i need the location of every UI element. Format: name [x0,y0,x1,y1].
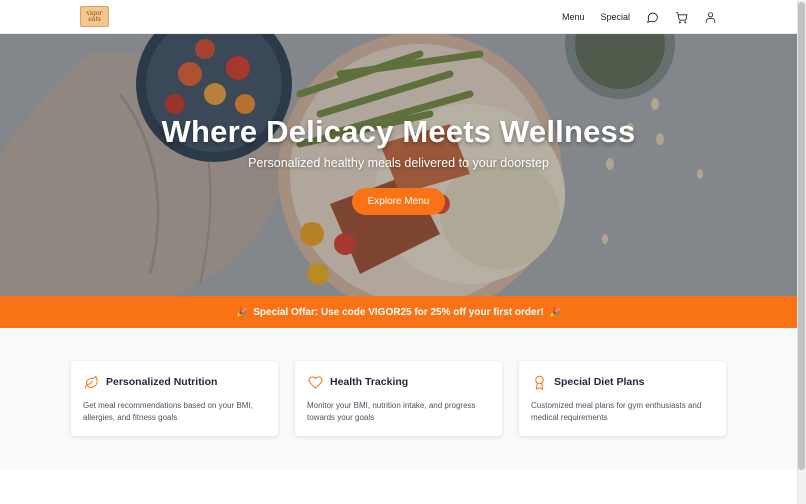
hero-section: Where Delicacy Meets Wellness Personaliz… [0,34,797,296]
scrollbar-thumb[interactable] [798,2,805,470]
heart-icon [307,374,323,390]
feature-card-diet-plans: Special Diet Plans Customized meal plans… [519,361,726,436]
explore-menu-button[interactable]: Explore Menu [352,188,445,215]
feature-title: Special Diet Plans [554,376,645,388]
feature-title: Personalized Nutrition [106,376,218,388]
logo-line-2: eats [88,15,101,23]
feature-description: Monitor your BMI, nutrition intake, and … [307,401,476,422]
cart-icon[interactable] [675,11,688,24]
leaf-icon [83,374,99,390]
hero-subtitle: Personalized healthy meals delivered to … [248,156,549,170]
nav-link-menu[interactable]: Menu [562,12,585,22]
party-popper-icon: 🎉 [549,306,562,317]
user-icon[interactable] [704,11,717,24]
party-popper-icon: 🎉 [235,306,248,317]
feature-title: Health Tracking [330,376,409,388]
hero-title: Where Delicacy Meets Wellness [161,114,636,149]
chat-icon[interactable] [646,11,659,24]
feature-description: Get meal recommendations based on your B… [83,401,253,422]
features-section: Personalized Nutrition Get meal recommen… [0,328,797,470]
feature-card-tracking: Health Tracking Monitor your BMI, nutrit… [295,361,502,436]
brand-logo[interactable]: vigor eats [80,6,109,27]
award-icon [531,374,547,390]
page-bottom [0,470,797,504]
offer-text: Special Offar: Use code VIGOR25 for 25% … [253,306,544,318]
nav-links: Menu Special [546,0,717,34]
top-navbar: vigor eats Menu Special [0,0,797,34]
special-offer-banner: 🎉 Special Offar: Use code VIGOR25 for 25… [0,296,797,328]
feature-description: Customized meal plans for gym enthusiast… [531,401,702,422]
nav-link-special[interactable]: Special [600,12,630,22]
feature-card-nutrition: Personalized Nutrition Get meal recommen… [71,361,278,436]
page-scrollbar[interactable] [797,0,806,504]
